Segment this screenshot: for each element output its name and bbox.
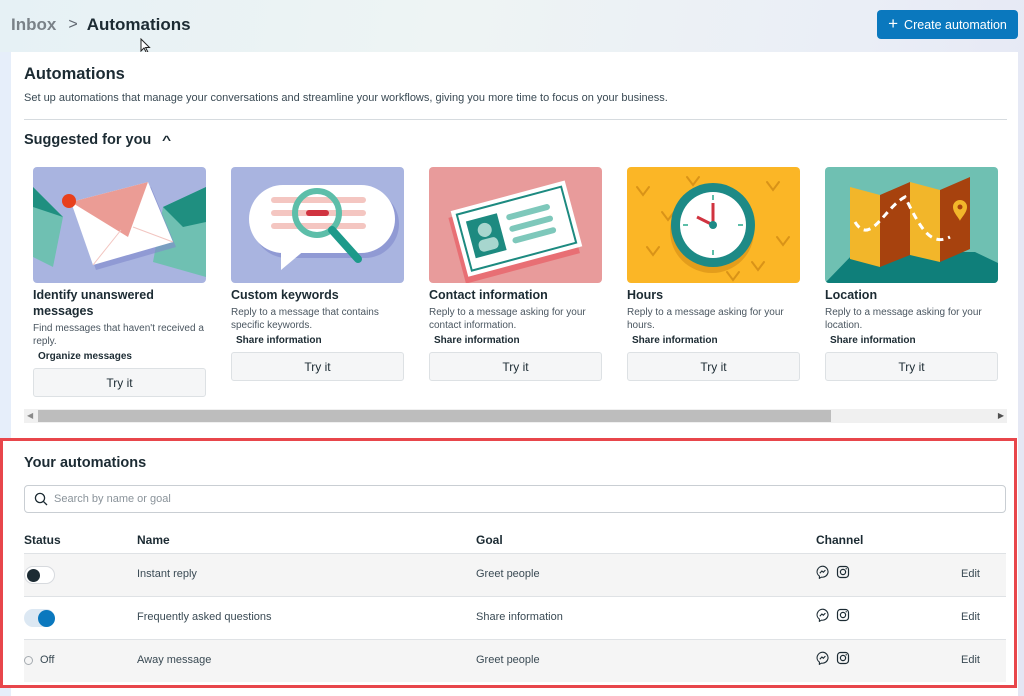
table-header: Status Name Goal Channel xyxy=(24,533,1006,553)
magnifier-speech-bubble-illustration xyxy=(231,167,404,283)
instagram-icon xyxy=(836,651,850,665)
your-automations-section: Your automations Status Name Goal Channe… xyxy=(0,438,1017,688)
suggestion-card-location: Location Reply to a message asking for y… xyxy=(825,167,998,381)
envelopes-illustration xyxy=(33,167,206,283)
automation-channels xyxy=(816,565,850,579)
column-header-status: Status xyxy=(24,533,61,547)
top-bar: Inbox > Automations + Create automation xyxy=(0,0,1024,54)
card-goal-tag: Organize messages xyxy=(38,351,132,362)
suggested-section-header: Suggested for you ^ xyxy=(24,132,171,148)
create-automation-label: Create automation xyxy=(904,17,1007,32)
search-icon xyxy=(34,492,48,506)
card-description: Reply to a message asking for your locat… xyxy=(825,307,982,331)
status-toggle-on[interactable] xyxy=(24,609,55,627)
id-card-illustration xyxy=(429,167,602,283)
edit-link[interactable]: Edit xyxy=(961,568,980,580)
edit-link[interactable]: Edit xyxy=(961,611,980,623)
card-description: Find messages that haven't received a re… xyxy=(33,323,204,347)
card-description: Reply to a message asking for your conta… xyxy=(429,307,586,331)
messenger-icon xyxy=(816,608,829,622)
carousel-horizontal-scrollbar[interactable]: ◀ ▶ xyxy=(24,409,1007,423)
automation-goal: Greet people xyxy=(476,568,540,580)
clock-illustration xyxy=(627,167,800,283)
automation-name: Frequently asked questions xyxy=(137,611,272,623)
table-row: Off Away message Greet people Edit xyxy=(24,639,1006,682)
scrollbar-thumb[interactable] xyxy=(38,410,831,422)
card-goal-tag: Share information xyxy=(434,335,520,346)
table-row: Instant reply Greet people Edit xyxy=(24,553,1006,596)
breadcrumb-inbox-link[interactable]: Inbox xyxy=(11,15,56,35)
map-illustration xyxy=(825,167,998,283)
search-field[interactable] xyxy=(24,485,1006,513)
breadcrumb-separator-icon: > xyxy=(68,16,78,33)
automation-channels xyxy=(816,608,850,622)
status-off[interactable]: Off xyxy=(24,654,54,666)
instagram-icon xyxy=(836,565,850,579)
suggested-title: Suggested for you xyxy=(24,132,152,148)
automation-name: Away message xyxy=(137,654,212,666)
try-it-button[interactable]: Try it xyxy=(825,352,998,381)
instagram-icon xyxy=(836,608,850,622)
your-automations-title: Your automations xyxy=(24,455,147,471)
messenger-icon xyxy=(816,565,829,579)
card-title: Location xyxy=(825,288,878,302)
try-it-button[interactable]: Try it xyxy=(33,368,206,397)
card-title: Identify unanswered messages xyxy=(33,288,154,318)
suggestion-card-identify-unanswered: Identify unanswered messages Find messag… xyxy=(33,167,206,397)
scroll-right-arrow-icon[interactable]: ▶ xyxy=(998,411,1004,420)
automation-name: Instant reply xyxy=(137,568,197,580)
card-title: Custom keywords xyxy=(231,288,339,302)
automation-goal: Share information xyxy=(476,611,563,623)
try-it-button[interactable]: Try it xyxy=(429,352,602,381)
messenger-icon xyxy=(816,651,829,665)
card-goal-tag: Share information xyxy=(632,335,718,346)
automation-goal: Greet people xyxy=(476,654,540,666)
table-row: Frequently asked questions Share informa… xyxy=(24,596,1006,639)
page-title: Automations xyxy=(24,65,125,83)
scroll-left-arrow-icon[interactable]: ◀ xyxy=(27,411,33,420)
page-description: Set up automations that manage your conv… xyxy=(24,92,668,104)
card-title: Contact information xyxy=(429,288,548,302)
try-it-button[interactable]: Try it xyxy=(627,352,800,381)
automation-channels xyxy=(816,651,850,665)
suggestion-card-hours: Hours Reply to a message asking for your… xyxy=(627,167,800,381)
try-it-button[interactable]: Try it xyxy=(231,352,404,381)
column-header-channel: Channel xyxy=(816,533,864,547)
card-description: Reply to a message asking for your hours… xyxy=(627,307,784,331)
suggestion-card-contact-information: Contact information Reply to a message a… xyxy=(429,167,602,381)
divider xyxy=(24,119,1007,120)
search-input[interactable] xyxy=(54,493,954,505)
column-header-name: Name xyxy=(137,533,170,547)
status-label: Off xyxy=(40,654,55,666)
column-header-goal: Goal xyxy=(476,533,503,547)
suggested-cards-carousel: Identify unanswered messages Find messag… xyxy=(33,167,1008,407)
suggestion-card-custom-keywords: Custom keywords Reply to a message that … xyxy=(231,167,404,381)
breadcrumb: Inbox > Automations xyxy=(11,15,191,35)
create-automation-button[interactable]: + Create automation xyxy=(877,10,1018,39)
chevron-up-icon[interactable]: ^ xyxy=(162,133,171,147)
edit-link[interactable]: Edit xyxy=(961,654,980,666)
card-title: Hours xyxy=(627,288,664,302)
card-description: Reply to a message that contains specifi… xyxy=(231,307,379,331)
breadcrumb-current: Automations xyxy=(86,15,191,34)
status-toggle-off[interactable] xyxy=(24,566,55,584)
card-goal-tag: Share information xyxy=(830,335,916,346)
card-goal-tag: Share information xyxy=(236,335,322,346)
status-radio-icon xyxy=(24,655,33,665)
plus-icon: + xyxy=(888,14,899,33)
